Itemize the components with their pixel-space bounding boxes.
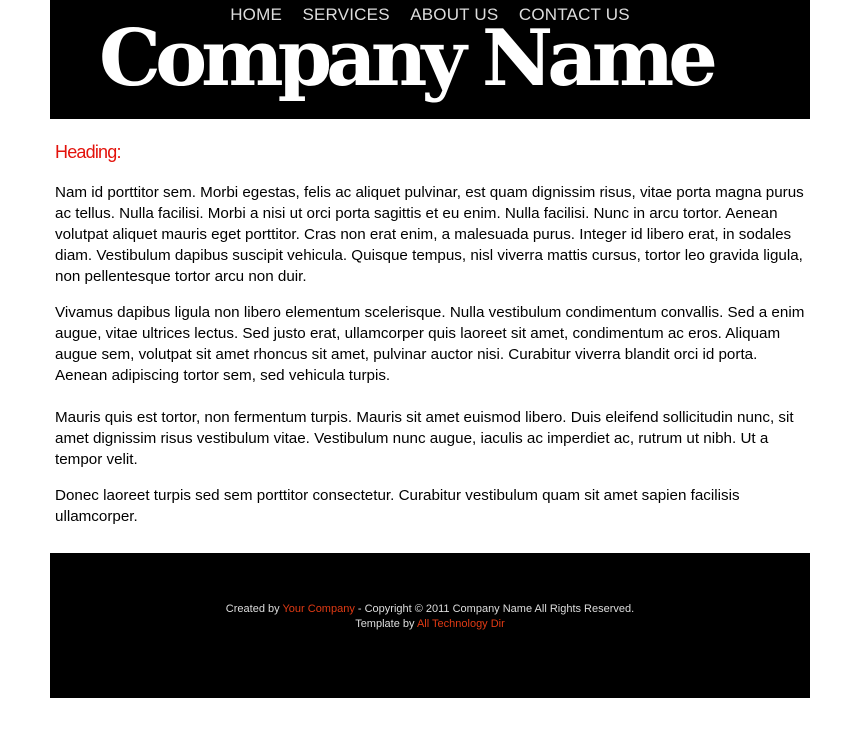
template-by-label: Template by (355, 618, 417, 630)
created-by-label: Created by (225, 603, 283, 615)
paragraph-3: Mauris quis est tortor, non fermentum tu… (55, 409, 794, 468)
paragraph-1: Nam id porttitor sem. Morbi egestas, fel… (55, 184, 804, 285)
footer-credits: Created by Your Company - Copyright © 20… (50, 602, 810, 632)
your-company-link[interactable]: Your Company (282, 603, 354, 615)
footer-line-2: Template by All Technology Dir (50, 617, 810, 632)
company-logo: Company Name (99, 13, 718, 104)
site-header: HOME SERVICES ABOUT US CONTACT US Compan… (50, 0, 810, 119)
copyright-text: - Copyright © 2011 Company Name All Righ… (354, 603, 635, 615)
page-heading: Heading: (55, 142, 121, 162)
paragraph-2: Vivamus dapibus ligula non libero elemen… (55, 304, 805, 384)
site-footer: Created by Your Company - Copyright © 20… (50, 553, 810, 698)
main-content: Heading: Nam id porttitor sem. Morbi ege… (55, 140, 805, 527)
paragraph-4: Donec laoreet turpis sed sem porttitor c… (55, 487, 740, 525)
footer-line-1: Created by Your Company - Copyright © 20… (50, 602, 810, 617)
template-author-link[interactable]: All Technology Dir (417, 618, 505, 630)
